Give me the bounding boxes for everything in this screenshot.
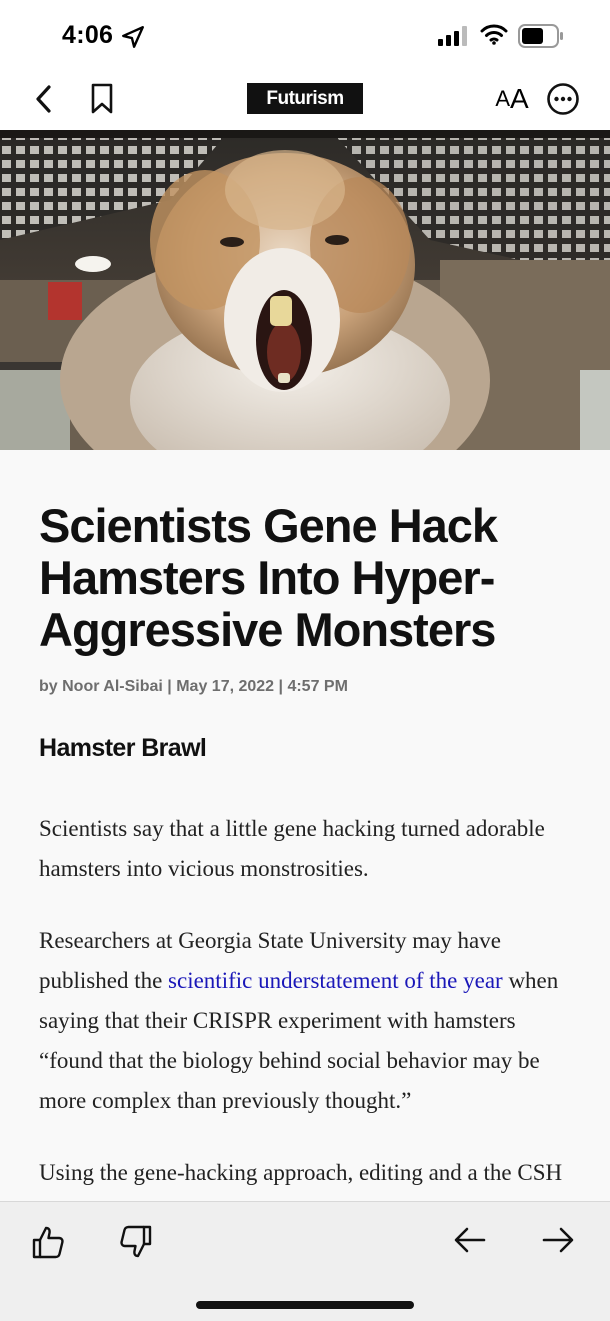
ellipsis-circle-icon bbox=[547, 83, 579, 115]
status-bar: 4:06 bbox=[0, 0, 610, 70]
article-paragraph-2: Researchers at Georgia State University … bbox=[39, 921, 579, 1121]
text-size-small-label: A bbox=[495, 86, 510, 111]
article-paragraph-1: Scientists say that a little gene hackin… bbox=[39, 816, 545, 881]
chevron-left-icon bbox=[36, 85, 51, 113]
previous-article-button[interactable] bbox=[448, 1218, 492, 1262]
dislike-button[interactable] bbox=[114, 1220, 158, 1264]
article-headline: Scientists Gene Hack Hamsters Into Hyper… bbox=[39, 499, 498, 656]
cellular-signal-icon bbox=[438, 26, 467, 46]
home-indicator[interactable] bbox=[196, 1301, 414, 1309]
bookmark-button[interactable] bbox=[82, 78, 122, 120]
hero-image[interactable] bbox=[0, 130, 610, 450]
article-byline: by Noor Al-Sibai | May 17, 2022 | 4:57 P… bbox=[39, 678, 348, 695]
nav-bar: Futurism AA bbox=[0, 70, 610, 130]
article-paragraph-3: Using the gene-hacking approach, editing… bbox=[39, 1160, 563, 1185]
more-button[interactable] bbox=[543, 78, 583, 120]
article-subheading: Hamster Brawl bbox=[39, 734, 207, 762]
back-button[interactable] bbox=[24, 78, 64, 120]
inline-link-scientific-understatement[interactable]: scientific understatement of the year bbox=[168, 968, 503, 993]
arrow-left-icon bbox=[454, 1227, 486, 1253]
arrow-right-icon bbox=[542, 1227, 574, 1253]
publication-logo[interactable]: Futurism bbox=[247, 83, 363, 114]
thumbs-down-icon bbox=[120, 1225, 152, 1258]
like-button[interactable] bbox=[26, 1220, 70, 1264]
article-body: Scientists Gene Hack Hamsters Into Hyper… bbox=[39, 500, 579, 1193]
text-size-button[interactable]: AA bbox=[488, 78, 536, 120]
location-arrow-icon bbox=[122, 26, 144, 48]
bookmark-icon bbox=[91, 83, 113, 114]
thumbs-up-icon bbox=[32, 1226, 64, 1259]
text-size-large-label: A bbox=[510, 83, 529, 114]
hero-photo bbox=[0, 130, 610, 450]
status-time: 4:06 bbox=[62, 21, 114, 49]
next-article-button[interactable] bbox=[536, 1218, 580, 1262]
battery-icon bbox=[518, 24, 563, 48]
wifi-icon bbox=[480, 24, 508, 45]
